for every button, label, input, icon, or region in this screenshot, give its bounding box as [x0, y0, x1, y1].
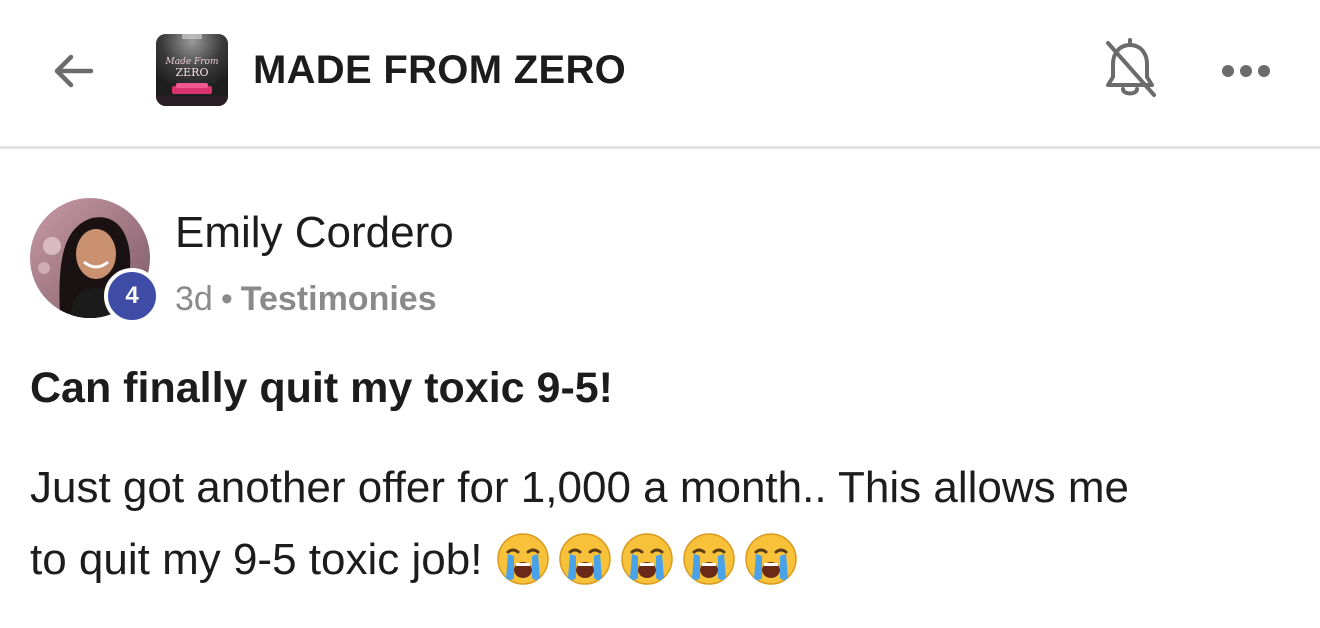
post-body: Just got another offer for 1,000 a month…: [30, 452, 1290, 598]
top-app-bar: Made From ZERO MADE FROM ZERO: [0, 0, 1320, 149]
loudly-crying-face-emoji: [559, 533, 612, 585]
post-body-line-2-text: to quit my 9-5 toxic job!: [30, 535, 483, 584]
post-time: 3d: [175, 280, 213, 318]
back-button[interactable]: [46, 44, 100, 98]
loudly-crying-face-emoji: [683, 533, 736, 585]
post-category[interactable]: Testimonies: [241, 280, 437, 318]
post-title: Can finally quit my toxic 9-5!: [30, 364, 613, 412]
bell-off-icon: [1106, 38, 1156, 97]
post-meta: 3d • Testimonies: [175, 278, 437, 320]
loudly-crying-face-emoji: [497, 533, 550, 585]
more-options-button[interactable]: [1214, 50, 1278, 92]
meta-separator: •: [220, 280, 233, 318]
group-title: MADE FROM ZERO: [253, 48, 627, 92]
author-name[interactable]: Emily Cordero: [175, 206, 454, 260]
author-level-badge: 4: [104, 268, 160, 324]
more-horizontal-icon: [1222, 65, 1270, 77]
arrow-left-icon: [54, 54, 94, 88]
author-avatar[interactable]: 4: [30, 198, 160, 324]
group-logo[interactable]: Made From ZERO: [156, 34, 228, 106]
emoji-row: [496, 520, 806, 592]
post-body-line-1: Just got another offer for 1,000 a month…: [30, 463, 1129, 512]
svg-text:ZERO: ZERO: [176, 66, 209, 79]
loudly-crying-face-emoji: [745, 533, 798, 585]
post-body-line-2: to quit my 9-5 toxic job!: [30, 524, 1290, 598]
loudly-crying-face-emoji: [621, 533, 674, 585]
notifications-button[interactable]: [1098, 34, 1162, 106]
